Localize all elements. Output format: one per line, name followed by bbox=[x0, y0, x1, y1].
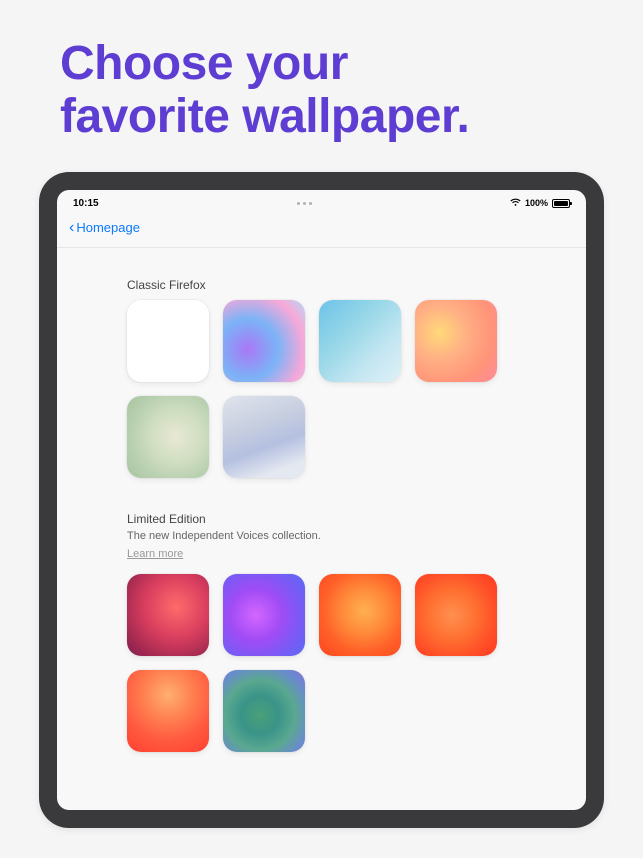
back-button[interactable]: ‹ Homepage bbox=[69, 219, 140, 237]
status-time: 10:15 bbox=[73, 198, 99, 209]
swatch-sunset-blaze[interactable] bbox=[127, 670, 209, 752]
tablet-screen: 10:15 100% ‹ Homepage Classic Firefox bbox=[57, 190, 586, 810]
swatch-grid-classic bbox=[127, 300, 516, 478]
content-area: Classic Firefox Limited Edition The new … bbox=[57, 248, 586, 752]
promo-title-line2: favorite wallpaper. bbox=[60, 90, 469, 143]
promo-title-line1: Choose your bbox=[60, 37, 348, 90]
swatch-pastel-curve[interactable] bbox=[223, 300, 305, 382]
swatch-tangerine[interactable] bbox=[319, 574, 401, 656]
status-indicators: 100% bbox=[510, 198, 570, 209]
swatch-crimson[interactable] bbox=[127, 574, 209, 656]
wifi-icon bbox=[510, 198, 521, 209]
multitask-dots-icon bbox=[297, 202, 312, 205]
learn-more-link[interactable]: Learn more bbox=[127, 548, 183, 560]
swatch-violet-haze[interactable] bbox=[223, 574, 305, 656]
swatch-dusk-wave[interactable] bbox=[223, 396, 305, 478]
swatch-emerald-mix[interactable] bbox=[223, 670, 305, 752]
tablet-frame: 10:15 100% ‹ Homepage Classic Firefox bbox=[39, 172, 604, 828]
swatch-grid-limited bbox=[127, 574, 516, 752]
section-title-classic: Classic Firefox bbox=[127, 278, 516, 292]
nav-bar: ‹ Homepage bbox=[57, 213, 586, 248]
battery-icon bbox=[552, 199, 570, 208]
back-label: Homepage bbox=[76, 220, 140, 235]
swatch-ember[interactable] bbox=[415, 574, 497, 656]
section-limited: Limited Edition The new Independent Voic… bbox=[127, 512, 516, 752]
battery-pct: 100% bbox=[525, 198, 548, 208]
swatch-default-white[interactable] bbox=[127, 300, 209, 382]
section-classic: Classic Firefox bbox=[127, 278, 516, 478]
status-bar: 10:15 100% bbox=[57, 190, 586, 213]
section-subtitle-limited: The new Independent Voices collection. bbox=[127, 530, 516, 542]
chevron-left-icon: ‹ bbox=[69, 219, 74, 237]
swatch-sage[interactable] bbox=[127, 396, 209, 478]
promo-title: Choose your favorite wallpaper. bbox=[0, 0, 643, 172]
swatch-amber-glow[interactable] bbox=[415, 300, 497, 382]
section-title-limited: Limited Edition bbox=[127, 512, 516, 526]
swatch-cerulean[interactable] bbox=[319, 300, 401, 382]
